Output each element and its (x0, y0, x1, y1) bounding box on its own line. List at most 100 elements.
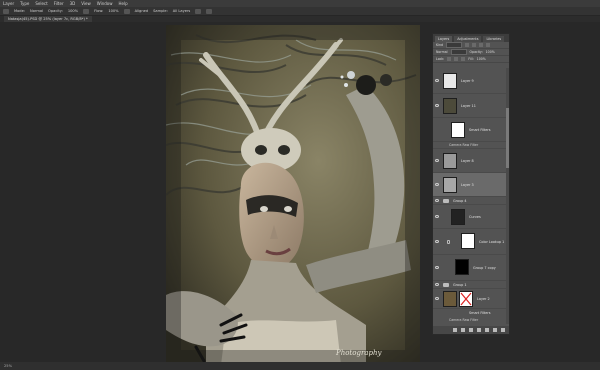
new-group-icon[interactable] (485, 328, 489, 332)
sample-label: Sample: (153, 9, 168, 13)
menu-layer[interactable]: Layer (3, 1, 14, 6)
group-row[interactable]: Group 4 (433, 197, 509, 205)
flow-value[interactable]: 100% (108, 9, 118, 13)
tab-adjustments[interactable]: Adjustments (454, 36, 482, 42)
layer-row[interactable]: Layer 9 (433, 68, 509, 94)
eye-icon[interactable] (435, 240, 439, 243)
fx-icon[interactable] (461, 328, 465, 332)
status-bar: 25% (0, 362, 600, 370)
opacity-value[interactable]: 100% (68, 9, 78, 13)
layer-name: Color Lookup 1 (479, 240, 505, 244)
folder-icon (443, 283, 449, 287)
menu-3d[interactable]: 3D (70, 1, 76, 6)
photo-watermark: Photography (335, 349, 382, 357)
airbrush-icon[interactable] (123, 8, 130, 14)
scrollbar-thumb[interactable] (506, 108, 509, 168)
trash-icon[interactable] (501, 328, 505, 332)
mask-thumbnail (461, 233, 475, 249)
disabled-mask-thumbnail (459, 291, 473, 307)
pixel-filter-icon[interactable] (465, 43, 470, 47)
aligned-checkbox[interactable]: Aligned (135, 9, 149, 13)
add-mask-icon[interactable] (469, 328, 473, 332)
opacity-field[interactable]: 100% (486, 50, 495, 54)
mode-label: Mode: (14, 9, 26, 13)
lock-pixels-icon[interactable] (447, 57, 452, 61)
eye-icon[interactable] (435, 266, 439, 269)
eye-icon[interactable] (435, 159, 439, 162)
mask-thumbnail (455, 259, 469, 275)
adjustment-filter-icon[interactable] (472, 43, 477, 47)
options-bar: Mode: Normal Opacity: 100% Flow: 100% Al… (0, 7, 600, 16)
layer-row[interactable]: Color Lookup 1 (433, 229, 509, 255)
eye-icon[interactable] (435, 183, 439, 186)
lock-all-icon[interactable] (461, 57, 466, 61)
sample-select[interactable]: All Layers (173, 9, 191, 13)
mask-disabled-icon (460, 292, 472, 306)
blend-mode-dropdown[interactable] (450, 49, 467, 55)
smart-filters-row[interactable]: Smart Filters (433, 118, 509, 142)
eye-icon[interactable] (435, 199, 439, 202)
tab-libraries[interactable]: Libraries (483, 36, 505, 42)
link-layers-icon[interactable] (453, 328, 457, 332)
layer-row[interactable]: Layer 11 (433, 94, 509, 118)
fill-field[interactable]: 100% (477, 57, 486, 61)
kind-filter[interactable]: Kind (436, 43, 443, 47)
eye-icon[interactable] (435, 104, 439, 107)
shape-filter-icon[interactable] (486, 43, 491, 47)
layers-list: Layer 9 Layer 11 Smart Filters Camera Ra… (433, 68, 509, 324)
type-filter-icon[interactable] (479, 43, 484, 47)
layer-name: Group 7 copy (473, 266, 496, 270)
opacity-label: Opacity: (469, 50, 483, 54)
layer-name: Layer 2 (477, 297, 490, 301)
tool-preset-icon[interactable] (3, 8, 9, 14)
smart-filters-label: Smart Filters (469, 311, 491, 315)
document-image[interactable]: Photography (166, 25, 420, 365)
smart-filters-label: Smart Filters (469, 128, 491, 132)
layer-name: Layer 9 (461, 79, 474, 83)
filter-sub-row[interactable]: Camera Raw Filter (433, 317, 509, 324)
layers-scrollbar[interactable] (506, 68, 509, 324)
layer-thumbnail (443, 73, 457, 89)
layer-name: Layer 3 (461, 183, 474, 187)
eye-icon[interactable] (435, 297, 439, 300)
photo-artwork: Photography (166, 25, 420, 365)
layers-panel: Layers Adjustments Libraries Kind Normal… (432, 33, 510, 335)
flow-label: Flow: (94, 9, 104, 13)
layer-row[interactable]: Layer 2 (433, 289, 509, 309)
lock-label: Lock: (436, 57, 445, 61)
layer-row[interactable]: Group 7 copy (433, 255, 509, 281)
smart-filters-row[interactable]: Smart Filters (433, 309, 509, 317)
blend-row: Normal Opacity: 100% (433, 49, 509, 56)
group-row[interactable]: Group 1 (433, 281, 509, 289)
layer-row-selected[interactable]: Layer 3 (433, 173, 509, 197)
layer-row[interactable]: Curves (433, 205, 509, 229)
eye-icon[interactable] (435, 215, 439, 218)
menu-window[interactable]: Window (97, 1, 113, 6)
layer-thumbnail (443, 291, 457, 307)
menu-view[interactable]: View (81, 1, 91, 6)
adjustment-layer-icon[interactable] (477, 328, 481, 332)
zoom-readout[interactable]: 25% (4, 362, 12, 370)
layer-row[interactable]: Layer 8 (433, 149, 509, 173)
camera-raw-filter-label: Camera Raw Filter (449, 143, 479, 147)
menu-bar: Layer Type Select Filter 3D View Window … (0, 0, 600, 7)
kind-select[interactable] (446, 42, 463, 48)
blend-mode-select[interactable]: Normal (436, 50, 448, 54)
menu-type[interactable]: Type (20, 1, 29, 6)
menu-help[interactable]: Help (119, 1, 128, 6)
tab-layers[interactable]: Layers (435, 36, 453, 42)
pressure-icon[interactable] (83, 8, 90, 14)
menu-select[interactable]: Select (35, 1, 47, 6)
filter-mask-thumbnail (451, 122, 465, 138)
lock-position-icon[interactable] (454, 57, 459, 61)
eye-icon[interactable] (435, 283, 439, 286)
filter-sub-row[interactable]: Camera Raw Filter (433, 142, 509, 149)
layer-thumbnail (443, 98, 457, 114)
pressure-size-icon[interactable] (206, 8, 213, 14)
eye-icon[interactable] (435, 79, 439, 82)
menu-filter[interactable]: Filter (54, 1, 64, 6)
mode-select[interactable]: Normal (30, 9, 43, 13)
new-layer-icon[interactable] (493, 328, 497, 332)
layer-name: Curves (469, 215, 481, 219)
ignore-adjustment-icon[interactable] (195, 8, 202, 14)
